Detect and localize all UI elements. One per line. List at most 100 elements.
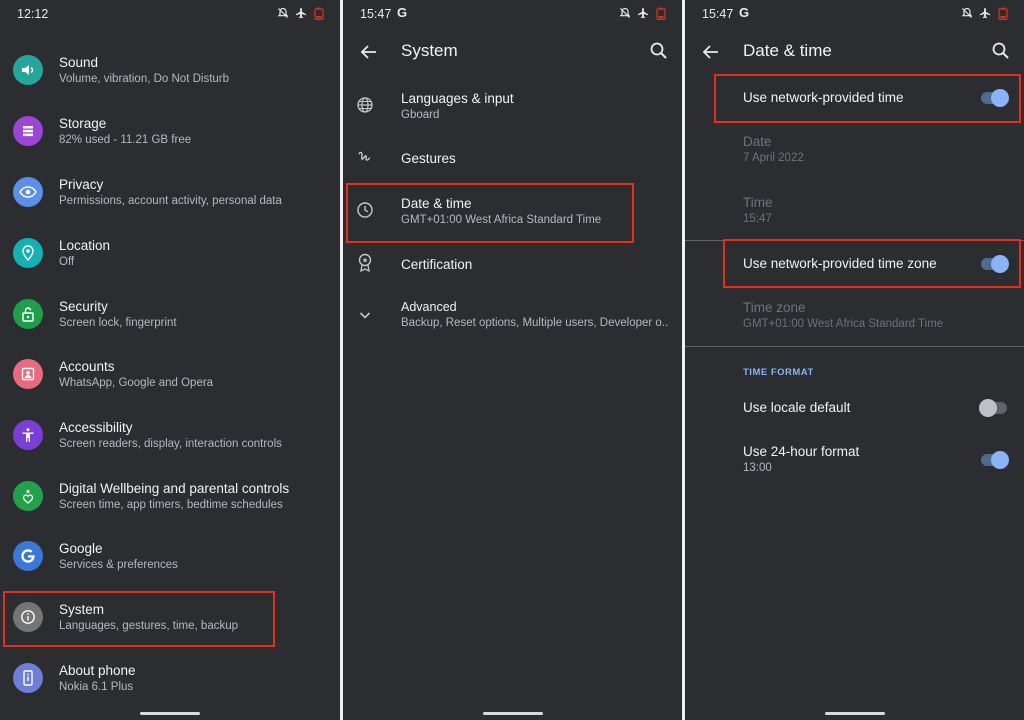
settings-item-privacy[interactable]: Privacy Permissions, account activity, pe… <box>0 174 340 212</box>
settings-item-subtitle: Volume, vibration, Do Not Disturb <box>59 73 230 85</box>
screenshot-collage: 12:12 Sound Volume, vibration, Do Not Dis… <box>0 0 1024 720</box>
status-bar: 12:12 <box>0 0 340 28</box>
divider <box>685 240 1024 241</box>
battery-icon <box>996 6 1010 20</box>
setting-value: GMT+01:00 West Africa Standard Time <box>743 318 944 330</box>
status-bar: 15:47 G <box>343 0 682 28</box>
system-item-date-time[interactable]: Date & time GMT+01:00 West Africa Standar… <box>343 193 682 233</box>
setting-label: Use network-provided time <box>743 90 904 105</box>
lock-icon <box>13 299 43 329</box>
notifications-off-icon <box>618 6 632 20</box>
accessibility-icon <box>13 420 43 450</box>
toggle-knob <box>991 451 1009 469</box>
divider <box>685 346 1024 347</box>
wellbeing-icon <box>13 481 43 511</box>
settings-item-accounts[interactable]: Accounts WhatsApp, Google and Opera <box>0 356 340 394</box>
network-time-zone-setting[interactable]: Use network-provided time zone <box>685 252 1024 276</box>
google-notification-icon: G <box>397 5 408 20</box>
network-time-setting[interactable]: Use network-provided time <box>685 86 1024 110</box>
privacy-icon <box>13 177 43 207</box>
settings-main-panel: 12:12 Sound Volume, vibration, Do Not Dis… <box>0 0 340 720</box>
24-hour-format-setting[interactable]: Use 24-hour format 13:00 <box>685 444 1024 480</box>
settings-item-subtitle: Off <box>59 256 75 268</box>
settings-item-subtitle: Permissions, account activity, personal … <box>59 195 282 207</box>
toggle-knob <box>979 399 997 417</box>
system-item-languages[interactable]: Languages & input Gboard <box>343 88 682 128</box>
system-item-advanced[interactable]: Advanced Backup, Reset options, Multiple … <box>343 298 682 338</box>
app-bar: Date & time <box>685 34 1024 70</box>
setting-value: 13:00 <box>743 462 772 474</box>
globe-icon <box>354 94 376 116</box>
settings-item-subtitle: Screen readers, display, interaction con… <box>59 438 282 450</box>
gesture-nav-bar[interactable] <box>140 712 200 715</box>
settings-item-title: Digital Wellbeing and parental controls <box>59 481 290 496</box>
24-hour-format-toggle[interactable] <box>981 451 1009 469</box>
settings-item-about-phone[interactable]: About phone Nokia 6.1 Plus <box>0 660 340 698</box>
page-title: System <box>401 41 458 60</box>
status-icons <box>960 6 1010 20</box>
status-time: 15:47 <box>702 7 734 21</box>
system-item-subtitle: Backup, Reset options, Multiple users, D… <box>401 317 669 329</box>
settings-item-title: About phone <box>59 663 136 678</box>
toggle-knob <box>991 255 1009 273</box>
status-bar: 15:47 G <box>685 0 1024 28</box>
setting-label: Use network-provided time zone <box>743 256 937 271</box>
date-time-panel: 15:47 G Date & time Use network-provided… <box>685 0 1024 720</box>
battery-icon <box>312 6 326 20</box>
search-icon[interactable] <box>990 40 1012 62</box>
gesture-nav-bar[interactable] <box>824 712 885 715</box>
system-item-subtitle: Gboard <box>401 109 440 121</box>
network-time-toggle[interactable] <box>981 89 1009 107</box>
settings-item-sound[interactable]: Sound Volume, vibration, Do Not Disturb <box>0 52 340 90</box>
locale-default-setting[interactable]: Use locale default <box>685 396 1024 420</box>
settings-item-subtitle: Services & preferences <box>59 559 178 571</box>
system-item-title: Date & time <box>401 196 472 211</box>
chevron-down-icon <box>354 304 376 326</box>
settings-item-subtitle: Screen lock, fingerprint <box>59 317 177 329</box>
system-item-subtitle: GMT+01:00 West Africa Standard Time <box>401 214 602 226</box>
settings-item-title: System <box>59 602 105 617</box>
settings-item-title: Accounts <box>59 359 115 374</box>
settings-item-accessibility[interactable]: Accessibility Screen readers, display, in… <box>0 417 340 455</box>
notifications-off-icon <box>960 6 974 20</box>
settings-item-google[interactable]: Google Services & preferences <box>0 538 340 576</box>
settings-item-title: Storage <box>59 116 107 131</box>
gestures-icon <box>354 146 376 168</box>
status-time: 12:12 <box>17 7 49 21</box>
system-item-title: Advanced <box>401 300 457 314</box>
google-notification-icon: G <box>739 5 750 20</box>
page-title: Date & time <box>743 41 832 60</box>
settings-item-location[interactable]: Location Off <box>0 235 340 273</box>
airplane-icon <box>978 6 992 20</box>
network-time-zone-toggle[interactable] <box>981 255 1009 273</box>
settings-item-title: Google <box>59 541 103 556</box>
status-icons <box>618 6 668 20</box>
system-panel: 15:47 G System Languages & input Gboard G… <box>343 0 682 720</box>
airplane-icon <box>294 6 308 20</box>
airplane-icon <box>636 6 650 20</box>
settings-item-title: Security <box>59 299 108 314</box>
settings-item-digital-wellbeing[interactable]: Digital Wellbeing and parental controls S… <box>0 478 340 516</box>
settings-item-subtitle: Languages, gestures, time, backup <box>59 620 239 632</box>
back-arrow-icon[interactable] <box>357 40 381 64</box>
storage-icon <box>13 116 43 146</box>
setting-label: Date <box>743 134 772 149</box>
setting-value: 15:47 <box>743 213 772 225</box>
time-zone-setting: Time zone GMT+01:00 West Africa Standard … <box>685 300 1024 336</box>
accounts-icon <box>13 359 43 389</box>
settings-item-system[interactable]: System Languages, gestures, time, backup <box>0 599 340 637</box>
settings-item-subtitle: 82% used - 11.21 GB free <box>59 134 192 146</box>
system-item-gestures[interactable]: Gestures <box>343 146 682 172</box>
date-setting: Date 7 April 2022 <box>685 134 1024 170</box>
app-bar: System <box>343 34 682 70</box>
settings-item-storage[interactable]: Storage 82% used - 11.21 GB free <box>0 113 340 151</box>
back-arrow-icon[interactable] <box>699 40 723 64</box>
system-item-certification[interactable]: Certification <box>343 252 682 278</box>
locale-default-toggle[interactable] <box>979 399 1007 417</box>
settings-item-title: Accessibility <box>59 420 133 435</box>
gesture-nav-bar[interactable] <box>482 712 543 715</box>
settings-item-security[interactable]: Security Screen lock, fingerprint <box>0 296 340 334</box>
status-time: 15:47 <box>360 7 392 21</box>
search-icon[interactable] <box>648 40 670 62</box>
status-icons <box>276 6 326 20</box>
